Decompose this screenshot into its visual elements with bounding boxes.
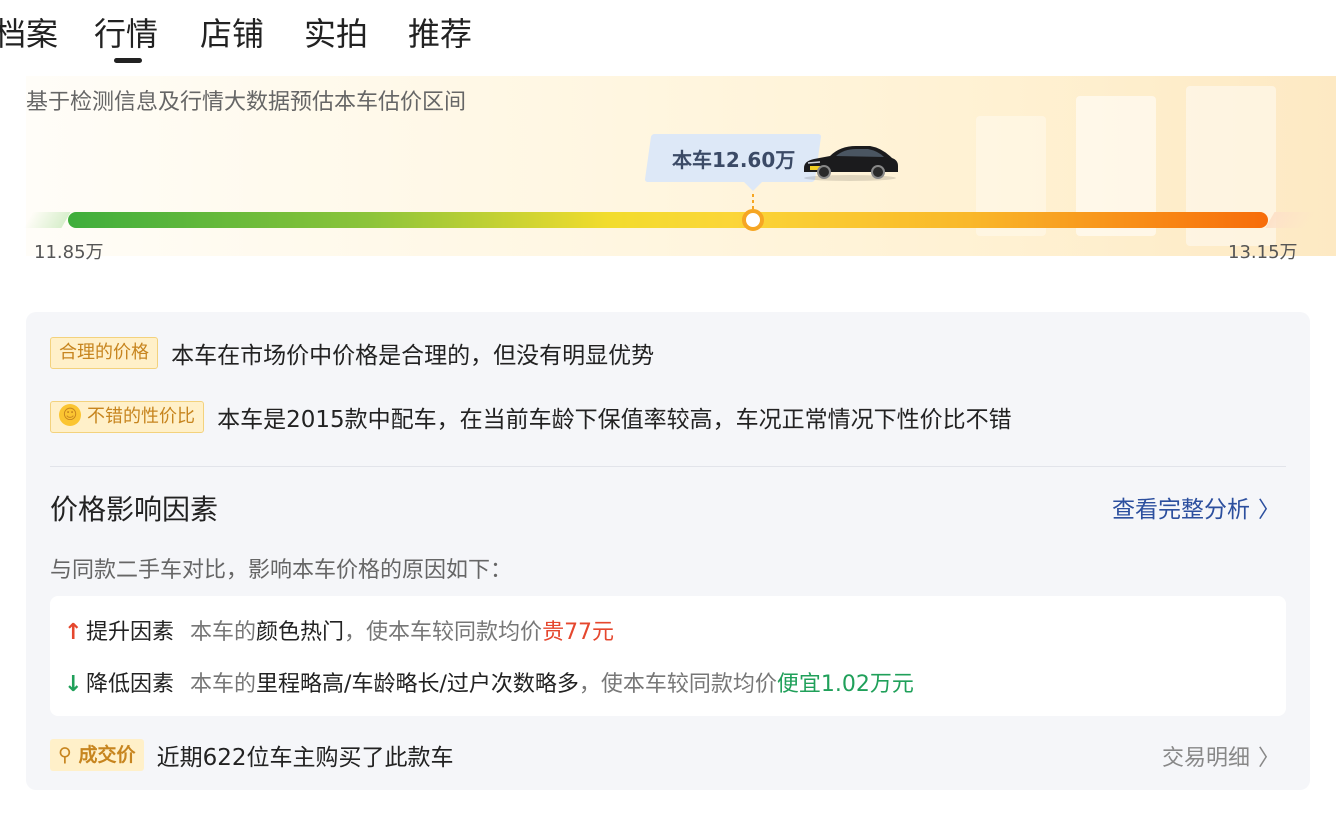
factor-result: 便宜1.02万元 (776, 672, 914, 697)
tab-market[interactable]: 行情 (94, 14, 159, 63)
range-min-label: 11.85万 (34, 242, 104, 263)
price-tag-pointer (744, 182, 762, 191)
car-icon (804, 146, 898, 181)
assessment-row: ☺ 不错的性价比 本车是2015款中配车，在当前车龄下保值率较高，车况正常情况下性… (50, 400, 1012, 434)
price-range-track (68, 212, 1268, 228)
transaction-details-label: 交易明细 (1161, 746, 1250, 771)
factor-middle: ，使本车较同款均价 (578, 672, 777, 697)
tab-market-label: 行情 (94, 15, 159, 53)
chevron-right-icon: 〉 (1257, 746, 1280, 771)
tab-archive[interactable]: 档案 (0, 14, 58, 54)
factor-label: 提升因素 (86, 620, 175, 645)
value-badge: ☺ 不错的性价比 (50, 401, 204, 433)
price-analysis-card: 合理的价格 本车在市场价中价格是合理的，但没有明显优势 ☺ 不错的性价比 本车是2… (26, 312, 1310, 790)
assessment-text: 本车是2015款中配车，在当前车龄下保值率较高，车况正常情况下性价比不错 (217, 407, 1012, 433)
arrow-down-icon: ↓ (64, 672, 83, 697)
car-price-tag: 本车12.60万 (644, 134, 908, 182)
tab-recommend[interactable]: 推荐 (408, 14, 472, 54)
chevron-right-icon: 〉 (1257, 498, 1280, 523)
factor-key: 里程略高/车龄略长/过户次数略多 (256, 672, 579, 697)
assessment-row: 合理的价格 本车在市场价中价格是合理的，但没有明显优势 (50, 336, 654, 370)
tag-icon: ⚲ (58, 744, 79, 766)
active-tab-indicator (114, 58, 142, 63)
deal-badge-label: 成交价 (78, 744, 136, 766)
deal-row: ⚲ 成交价 近期622位车主购买了此款车 (50, 738, 454, 772)
factors-description: 与同款二手车对比，影响本车价格的原因如下： (50, 558, 513, 583)
factor-key: 颜色热门 (256, 620, 345, 645)
factor-middle: ，使本车较同款均价 (344, 620, 543, 645)
estimate-description: 基于检测信息及行情大数据预估本车估价区间 (26, 90, 467, 115)
price-position-marker (742, 209, 764, 231)
assessment-text: 本车在市场价中价格是合理的，但没有明显优势 (171, 343, 655, 369)
value-badge-label: 不错的性价比 (87, 406, 195, 427)
deal-price-badge: ⚲ 成交价 (50, 739, 144, 771)
view-full-analysis-label: 查看完整分析 (1111, 497, 1250, 523)
tab-store[interactable]: 店铺 (200, 14, 264, 54)
tab-photos[interactable]: 实拍 (304, 14, 368, 54)
factors-list: ↑ 提升因素 本车的颜色热门，使本车较同款均价贵77元 ↓ 降低因素 本车的里程略高/车… (50, 596, 1286, 716)
arrow-up-icon: ↑ (64, 620, 83, 645)
divider (50, 466, 1286, 467)
section-title: 价格影响因素 (50, 493, 219, 526)
reasonable-price-badge: 合理的价格 (50, 337, 158, 369)
factor-row-down: ↓ 降低因素 本车的里程略高/车龄略长/过户次数略多，使本车较同款均价便宜1.02万… (64, 666, 914, 698)
car-price-label: 本车12.60万 (672, 148, 796, 172)
factor-label: 降低因素 (86, 672, 175, 697)
top-tab-bar: 档案 行情 店铺 实拍 推荐 (0, 0, 1336, 70)
factor-prefix: 本车的 (190, 672, 257, 697)
view-full-analysis-link[interactable]: 查看完整分析〉 (1112, 490, 1280, 524)
range-max-label: 13.15万 (1228, 242, 1298, 263)
smile-icon: ☺ (59, 404, 81, 426)
factor-prefix: 本车的 (190, 620, 257, 645)
deal-text: 近期622位车主购买了此款车 (156, 745, 454, 771)
transaction-details-link[interactable]: 交易明细〉 (1162, 740, 1280, 772)
factor-row-up: ↑ 提升因素 本车的颜色热门，使本车较同款均价贵77元 (64, 614, 614, 646)
factor-result: 贵77元 (542, 620, 615, 645)
